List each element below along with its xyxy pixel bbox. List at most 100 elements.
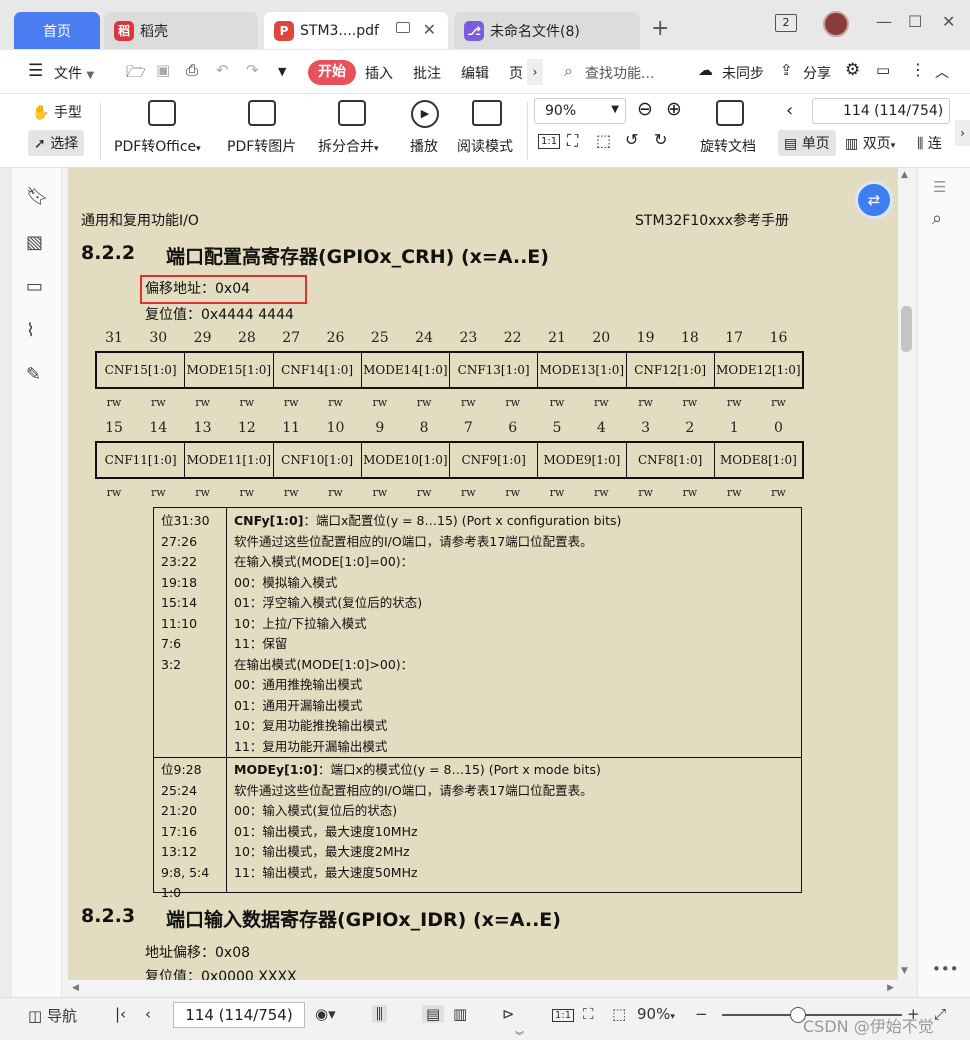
navigation-button[interactable]: ◫ 导航 bbox=[28, 1005, 77, 1026]
eye-protection-icon[interactable]: ◉▾ bbox=[315, 1005, 336, 1023]
maximize-button[interactable]: ☐ bbox=[908, 12, 922, 31]
search-function-input[interactable]: 查找功能... bbox=[585, 63, 654, 83]
minimize-button[interactable]: — bbox=[876, 12, 892, 31]
double-page-button[interactable]: ▥ 双页▾ bbox=[845, 133, 895, 153]
close-tab-icon[interactable]: ✕ bbox=[423, 20, 436, 39]
expand-down-icon[interactable]: ︾ bbox=[515, 1029, 524, 1040]
menu-annotate[interactable]: 批注 bbox=[413, 63, 441, 83]
window-count-icon[interactable]: 2 bbox=[775, 14, 797, 32]
fullscreen-icon[interactable]: ⤢ bbox=[934, 1005, 946, 1023]
rotate-right-icon[interactable]: ↻ bbox=[654, 130, 667, 149]
first-page-icon[interactable]: |‹ bbox=[115, 1005, 126, 1023]
scroll-left-icon[interactable]: ◀ bbox=[72, 983, 79, 993]
menu-edit[interactable]: 编辑 bbox=[461, 63, 489, 83]
attachment-icon[interactable]: ⌇ bbox=[26, 320, 35, 341]
settings-gear-icon[interactable]: ⚙ bbox=[845, 60, 860, 80]
file-menu[interactable]: 文件 ▼ bbox=[54, 63, 94, 83]
wps-pdf-window: 首页 稻 稻壳 P STM3....pdf ✕ ⎇ 未命名文件(8) + 2 —… bbox=[0, 0, 970, 1040]
select-tool[interactable]: ➚ 选择 bbox=[28, 130, 85, 156]
bit-number: 22 bbox=[503, 330, 522, 346]
print-icon[interactable]: ⎙ bbox=[186, 61, 198, 79]
left-edge-strip bbox=[0, 168, 12, 1000]
fit-width-icon[interactable]: ⬚ bbox=[596, 131, 611, 150]
panel-menu-icon[interactable]: ☰ bbox=[933, 178, 946, 196]
scroll-up-icon[interactable]: ▲ bbox=[901, 170, 908, 180]
tab-pdf-document[interactable]: P STM3....pdf ✕ bbox=[264, 12, 448, 49]
hand-tool-label: 手型 bbox=[53, 105, 82, 121]
find-replace-icon[interactable]: ⌕ bbox=[932, 208, 942, 229]
scroll-right-icon[interactable]: ▶ bbox=[887, 983, 894, 993]
close-window-button[interactable]: ✕ bbox=[942, 12, 955, 31]
zoom-out-icon[interactable]: ⊖ bbox=[637, 98, 653, 120]
signature-icon[interactable]: ✎ bbox=[26, 364, 41, 385]
save-icon[interactable]: ▣ bbox=[156, 61, 170, 79]
scroll-down-icon[interactable]: ▼ bbox=[901, 966, 908, 976]
more-tools-icon[interactable]: ••• bbox=[932, 960, 959, 978]
single-page-button[interactable]: ▤ 单页 bbox=[778, 130, 836, 156]
fit-page-status-icon[interactable]: ⛶ bbox=[583, 1005, 594, 1023]
actual-size-icon[interactable]: 1:1 bbox=[538, 134, 561, 149]
menu-scroll-right-icon[interactable]: › bbox=[527, 59, 543, 85]
tab-untitled-label: 未命名文件(8) bbox=[490, 23, 580, 40]
fit-width-status-icon[interactable]: ⬚ bbox=[612, 1005, 626, 1023]
redo-icon[interactable]: ↷ bbox=[246, 61, 259, 79]
continuous-mode-icon[interactable]: ⫼ bbox=[372, 1005, 387, 1023]
previous-page-icon[interactable]: ‹ bbox=[145, 1005, 151, 1023]
horizontal-scrollbar[interactable]: ◀ ▶ bbox=[68, 980, 898, 997]
share-button[interactable]: 分享 bbox=[803, 63, 831, 83]
pdf-to-image-button[interactable]: PDF转图片 bbox=[227, 136, 296, 156]
floating-convert-button[interactable]: ⇄ bbox=[855, 181, 893, 219]
page-number-input[interactable]: 114 (114/754) bbox=[812, 98, 950, 124]
rotate-document-button[interactable]: 旋转文档 bbox=[700, 136, 756, 156]
new-tab-button[interactable]: + bbox=[651, 16, 669, 41]
tab-window-icon[interactable] bbox=[396, 22, 410, 33]
rotate-left-icon[interactable]: ↺ bbox=[625, 130, 638, 149]
prev-page-icon[interactable]: ‹ bbox=[786, 100, 793, 121]
read-mode-button[interactable]: 阅读模式 bbox=[457, 136, 513, 156]
access-rw: rw bbox=[283, 486, 299, 499]
user-avatar[interactable] bbox=[823, 11, 849, 37]
play-circle-icon[interactable]: ⊳ bbox=[502, 1005, 515, 1023]
zoom-out-status-icon[interactable]: − bbox=[695, 1005, 708, 1023]
tab-untitled[interactable]: ⎇ 未命名文件(8) bbox=[454, 12, 640, 49]
split-merge-button[interactable]: 拆分合并▾ bbox=[318, 136, 379, 156]
pdf-to-office-button[interactable]: PDF转Office▾ bbox=[114, 136, 201, 156]
collapse-ribbon-icon[interactable]: ︿ bbox=[935, 62, 949, 82]
access-rw: rw bbox=[461, 396, 476, 409]
cnf-description: CNFy[1:0]：端口x配置位(y = 8…15) (Port x confi… bbox=[234, 511, 621, 757]
zoom-select[interactable]: 90% ▼ bbox=[534, 98, 626, 124]
fit-page-icon[interactable]: ⛶ bbox=[567, 131, 578, 151]
bit-number: 17 bbox=[725, 330, 744, 346]
play-button[interactable]: 播放 bbox=[410, 136, 438, 156]
image-thumbnail-icon[interactable]: ▧ bbox=[26, 232, 43, 253]
more-dropdown-icon[interactable]: ▼ bbox=[278, 65, 286, 78]
menu-insert[interactable]: 插入 bbox=[365, 63, 393, 83]
zoom-in-icon[interactable]: ⊕ bbox=[666, 98, 682, 120]
hamburger-icon[interactable]: ☰ bbox=[28, 61, 43, 81]
start-menu-tab[interactable]: 开始 bbox=[308, 60, 356, 85]
more-options-icon[interactable]: ⋮ bbox=[910, 60, 926, 79]
status-page-input[interactable]: 114 (114/754) bbox=[173, 1002, 305, 1028]
vertical-scrollbar[interactable]: ▲ ▼ bbox=[898, 168, 915, 980]
menu-page[interactable]: 页 bbox=[509, 63, 523, 83]
pdf-to-image-icon bbox=[248, 100, 276, 126]
single-page-mode-icon[interactable]: ▤ bbox=[422, 1005, 445, 1023]
bit-range: 11:10 bbox=[161, 615, 198, 631]
actual-size-status-icon[interactable]: 1:1 bbox=[552, 1009, 575, 1022]
register-field: MODE9[1:0] bbox=[538, 443, 627, 477]
toolbar-scroll-right-icon[interactable]: › bbox=[955, 120, 970, 146]
hand-tool[interactable]: ✋ 手型 bbox=[32, 102, 82, 122]
zoom-status-select[interactable]: 90%▾ bbox=[637, 1005, 675, 1023]
scrollbar-thumb[interactable] bbox=[901, 306, 912, 352]
comment-icon[interactable]: ▭ bbox=[26, 276, 43, 297]
double-page-mode-icon[interactable]: ▥ bbox=[453, 1005, 467, 1023]
tab-daoke[interactable]: 稻 稻壳 bbox=[104, 12, 258, 49]
continuous-button[interactable]: ⫼ 连 bbox=[917, 133, 942, 153]
sync-status[interactable]: 未同步 bbox=[722, 63, 764, 83]
feedback-icon[interactable]: ▭ bbox=[876, 61, 890, 79]
open-folder-icon[interactable]: 🗁 bbox=[126, 61, 146, 88]
undo-icon[interactable]: ↶ bbox=[216, 61, 229, 79]
access-rw: rw bbox=[505, 486, 521, 499]
tab-home[interactable]: 首页 bbox=[14, 12, 100, 49]
bookmark-icon[interactable]: 🔖︎ bbox=[26, 186, 49, 207]
